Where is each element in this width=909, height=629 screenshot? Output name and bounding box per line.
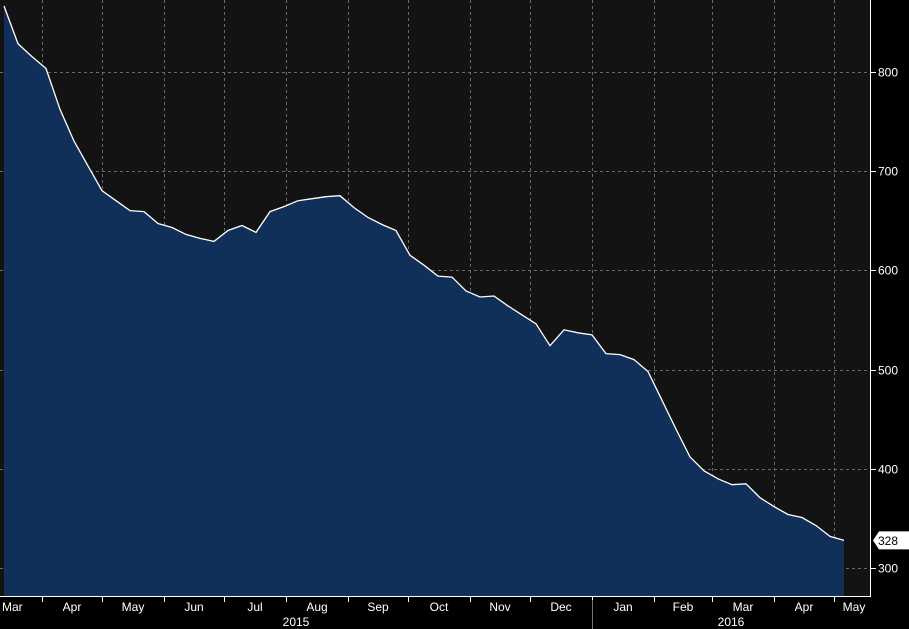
x-month-label: Jan <box>613 600 632 614</box>
last-value-label: 328 <box>878 534 898 548</box>
x-month-label: Mar <box>2 600 23 614</box>
y-tick-label: 300 <box>878 562 898 576</box>
y-tick-label: 700 <box>878 165 898 179</box>
last-value-badge: 328 <box>873 531 909 550</box>
x-year-label: 2016 <box>718 615 745 629</box>
x-month-label: Feb <box>673 600 694 614</box>
x-month-label: Apr <box>63 600 82 614</box>
y-tick-label: 600 <box>878 264 898 278</box>
y-tick-label: 400 <box>878 463 898 477</box>
x-month-label: Dec <box>550 600 571 614</box>
y-tick-label: 500 <box>878 364 898 378</box>
x-month-label: May <box>843 600 866 614</box>
chart: 300 400 500 600 700 800 Mar Apr May Jun Jul Aug Sep… <box>0 0 909 629</box>
y-tick-label: 800 <box>878 66 898 80</box>
x-month-label: Oct <box>430 600 449 614</box>
x-month-label: May <box>122 600 145 614</box>
x-month-label: Apr <box>795 600 814 614</box>
x-year-label: 2015 <box>283 615 310 629</box>
x-month-label: Jun <box>184 600 203 614</box>
x-month-label: Aug <box>306 600 327 614</box>
x-month-label: Jul <box>247 600 262 614</box>
x-month-label: Mar <box>733 600 754 614</box>
x-month-label: Nov <box>489 600 510 614</box>
x-month-label: Sep <box>367 600 389 614</box>
